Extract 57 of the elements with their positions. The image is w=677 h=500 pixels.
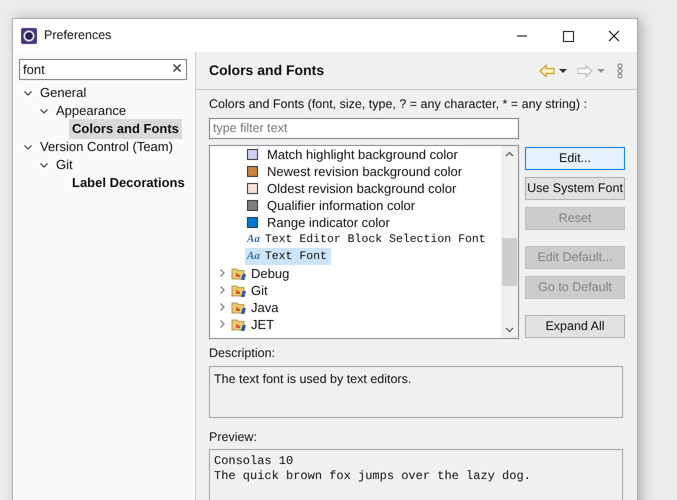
tree-item[interactable]: JET: [251, 314, 274, 334]
tree-item[interactable]: Aa Text Editor Block Selection Font: [245, 230, 490, 248]
scrollbar[interactable]: [501, 146, 518, 338]
tree-item[interactable]: Git: [251, 280, 268, 300]
scroll-thumb[interactable]: [502, 238, 517, 286]
tree-item[interactable]: Version Control (Team): [37, 137, 176, 157]
filter-label: Colors and Fonts (font, size, type, ? = any character, * = any string) :: [209, 96, 588, 113]
font-name: Text Editor Block Selection Font: [264, 232, 486, 248]
chevron-right-icon[interactable]: [217, 302, 227, 312]
tree-item[interactable]: Appearance: [53, 101, 130, 121]
chevron-down-icon[interactable]: [23, 142, 33, 152]
window-title: Preferences: [44, 27, 112, 44]
color-swatch[interactable]: [247, 148, 258, 160]
action-button[interactable]: Edit...: [525, 146, 625, 170]
tree-item[interactable]: Qualifier information color: [266, 196, 416, 215]
color-swatch[interactable]: [247, 200, 258, 211]
search-field[interactable]: font: [19, 59, 187, 80]
preview-label: Preview:: [209, 428, 258, 446]
tree-item[interactable]: Debug: [251, 264, 290, 283]
tree-item[interactable]: Newest revision background color: [266, 162, 464, 181]
tree-item[interactable]: Match highlight background color: [266, 146, 459, 164]
font-name: Text Font: [264, 248, 327, 265]
filter-field[interactable]: type filter text: [209, 118, 519, 139]
folder-icon: [231, 266, 247, 281]
tree-item[interactable]: General: [37, 83, 90, 103]
tree-item[interactable]: Git: [53, 155, 76, 175]
color-swatch[interactable]: [247, 166, 258, 177]
chevron-right-icon[interactable]: [217, 285, 227, 296]
chevron-right-icon[interactable]: [217, 319, 227, 330]
app-icon: [21, 28, 37, 44]
preview-text: Consolas 10: [214, 454, 294, 470]
chevron-down-icon[interactable]: [39, 160, 49, 170]
tree-item[interactable]: Oldest revision background color: [266, 178, 458, 198]
color-swatch[interactable]: [247, 182, 258, 194]
more-icon[interactable]: [617, 62, 623, 78]
preview-text: The quick brown fox jumps over the lazy dog.: [214, 469, 532, 484]
description-box: The text font is used by text editors.: [209, 366, 623, 418]
chevron-right-icon[interactable]: [217, 268, 227, 278]
page-title: Colors and Fonts: [209, 61, 324, 80]
tree-item[interactable]: Range indicator color: [266, 212, 391, 232]
description-label: Description:: [209, 344, 276, 362]
action-button[interactable]: Expand All: [525, 314, 625, 338]
font-icon: Aa: [247, 233, 260, 246]
color-swatch[interactable]: [247, 216, 258, 228]
folder-icon: [231, 282, 247, 298]
tree-item[interactable]: Java: [251, 298, 278, 317]
dropdown-icon[interactable]: [559, 68, 567, 74]
chevron-down-icon[interactable]: [39, 106, 49, 116]
action-button[interactable]: Use System Font: [525, 176, 625, 200]
tree-item[interactable]: Colors and Fonts: [69, 119, 182, 139]
clear-icon[interactable]: [172, 63, 182, 73]
font-icon: Aa: [247, 250, 260, 262]
folder-icon: [231, 316, 247, 332]
folder-icon: [231, 300, 247, 315]
chevron-down-icon[interactable]: [23, 88, 33, 98]
tree-item[interactable]: Label Decorations: [69, 173, 188, 193]
tree-item[interactable]: Aa Text Font: [245, 248, 331, 265]
